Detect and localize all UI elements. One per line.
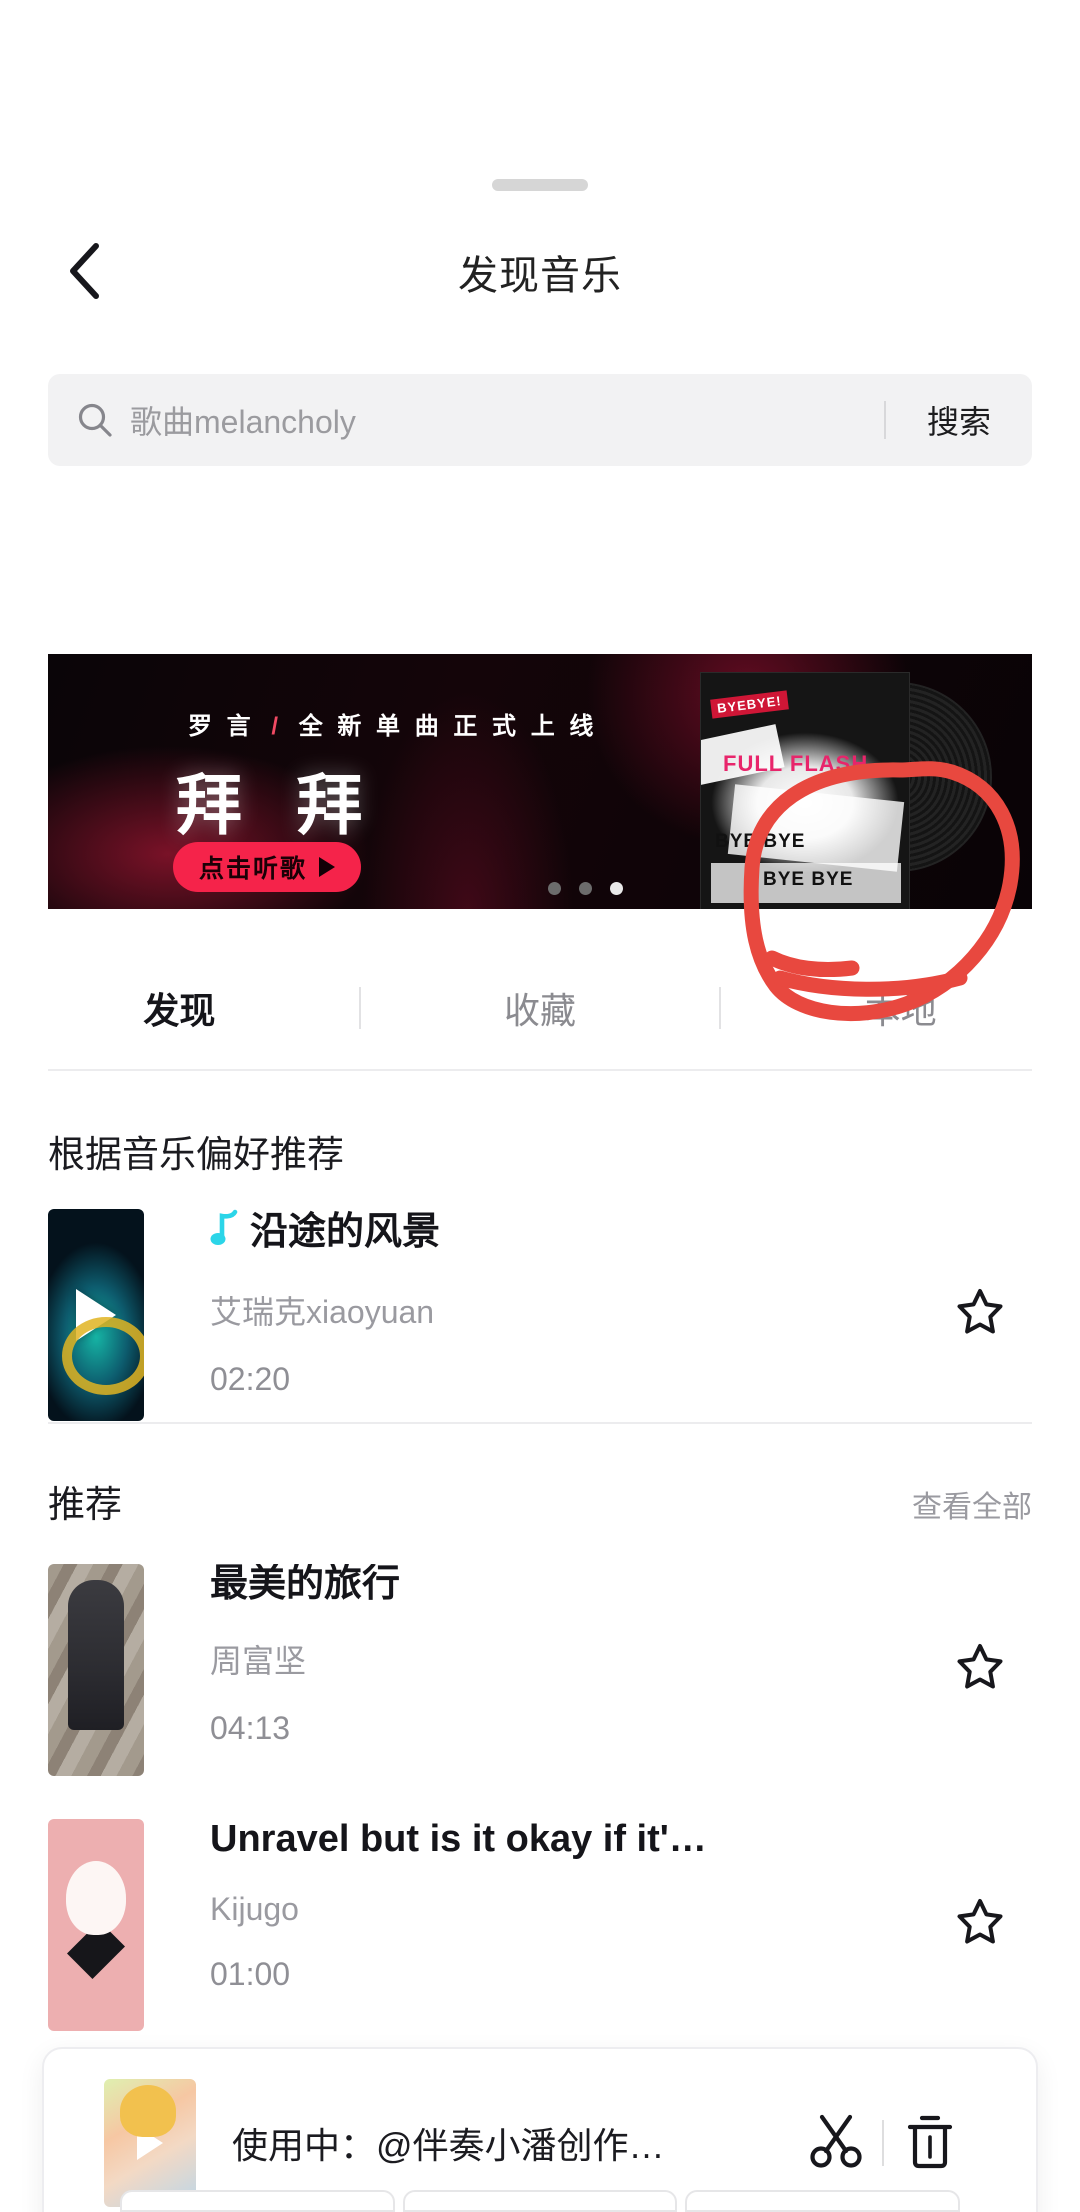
banner-dot[interactable] bbox=[548, 882, 561, 895]
section-header-recommended: 推荐 查看全部 bbox=[48, 1474, 1032, 1528]
banner-cta-label: 点击听歌 bbox=[199, 855, 308, 883]
now-using-actions bbox=[790, 2112, 976, 2175]
play-triangle-icon bbox=[76, 1289, 116, 1341]
scissors-icon bbox=[808, 2112, 864, 2175]
song-duration: 04:13 bbox=[210, 1709, 291, 1746]
song-info: 最美的旅行 周富坚 04:13 bbox=[210, 1564, 882, 1747]
star-outline-icon bbox=[954, 1899, 1006, 1951]
banner-separator: / bbox=[271, 713, 283, 740]
page-title: 发现音乐 bbox=[458, 254, 622, 298]
suggestion-box[interactable] bbox=[685, 2190, 961, 2212]
sheet-drag-handle[interactable] bbox=[492, 179, 588, 191]
song-thumbnail[interactable] bbox=[48, 1209, 144, 1421]
album-art-word-3: BYE BYE bbox=[763, 869, 854, 890]
bottom-suggestion-bar bbox=[0, 2190, 1080, 2212]
trim-audio-button[interactable] bbox=[790, 2112, 882, 2175]
banner-dot[interactable] bbox=[579, 882, 592, 895]
song-artist: 艾瑞克xiaoyuan bbox=[210, 1293, 435, 1330]
view-all-button[interactable]: 查看全部 bbox=[912, 1482, 1032, 1526]
delete-audio-button[interactable] bbox=[884, 2112, 976, 2175]
section-divider bbox=[48, 1422, 1032, 1424]
banner-dot-active[interactable] bbox=[610, 882, 623, 895]
favorite-button[interactable] bbox=[954, 1640, 1006, 1697]
favorite-button[interactable] bbox=[954, 1895, 1006, 1952]
banner-album-art: BYEBYE! FULL FLASH BYE BYE BYE BYE bbox=[700, 672, 910, 909]
section-header-preference: 根据音乐偏好推荐 bbox=[48, 1124, 1032, 1178]
song-row[interactable]: Unravel but is it okay if it'… Kijugo 01… bbox=[48, 1819, 1032, 2034]
star-outline-icon bbox=[954, 1644, 1006, 1696]
play-triangle-icon bbox=[76, 1644, 116, 1696]
suggestion-box[interactable] bbox=[120, 2190, 395, 2212]
now-using-label: 使用中：@伴奏小潘创作… bbox=[232, 2125, 665, 2166]
promo-banner[interactable]: 罗 言 / 全 新 单 曲 正 式 上 线 拜 拜 点击听歌 BYEBYE! F… bbox=[48, 654, 1032, 909]
banner-cta-button[interactable]: 点击听歌 bbox=[173, 842, 362, 892]
song-duration: 02:20 bbox=[210, 1360, 291, 1397]
section-title: 根据音乐偏好推荐 bbox=[48, 1134, 344, 1175]
star-outline-icon bbox=[954, 1289, 1006, 1341]
song-info: 沿途的风景 艾瑞克xiaoyuan 02:20 bbox=[210, 1209, 882, 1398]
now-using-thumbnail[interactable] bbox=[104, 2079, 196, 2207]
favorite-button[interactable] bbox=[954, 1285, 1006, 1342]
song-row[interactable]: 最美的旅行 周富坚 04:13 bbox=[48, 1564, 1032, 1779]
song-title-row: 沿途的风景 bbox=[210, 1209, 882, 1257]
section-title: 推荐 bbox=[48, 1484, 122, 1525]
play-triangle-icon bbox=[319, 857, 336, 877]
album-art-word-2: BYE BYE bbox=[715, 831, 806, 852]
banner-title: 拜 拜 bbox=[176, 768, 381, 842]
tab-local[interactable]: 本地 bbox=[721, 982, 1080, 1034]
tab-discover[interactable]: 发现 bbox=[0, 982, 359, 1034]
search-icon bbox=[76, 401, 114, 439]
music-sheet-panel: 发现音乐 歌曲melancholy 搜索 罗 言 / 全 新 单 曲 正 式 上… bbox=[0, 144, 1080, 2212]
banner-subtitle-text: 全 新 单 曲 正 式 上 线 bbox=[298, 713, 598, 740]
now-using-card: 使用中：@伴奏小潘创作… bbox=[42, 2047, 1038, 2212]
banner-pagination-dots bbox=[548, 882, 623, 895]
song-thumbnail[interactable] bbox=[48, 1819, 144, 2031]
song-artist: Kijugo bbox=[210, 1890, 299, 1927]
banner-artist-name: 罗 言 bbox=[188, 713, 255, 740]
album-art-word-1: FULL FLASH bbox=[723, 751, 869, 776]
trash-icon bbox=[905, 2112, 955, 2175]
search-input[interactable]: 歌曲melancholy bbox=[130, 397, 884, 443]
song-title-row: 最美的旅行 bbox=[210, 1564, 882, 1606]
song-title-row: Unravel but is it okay if it'… bbox=[210, 1819, 882, 1861]
music-note-icon bbox=[210, 1209, 240, 1257]
category-tabs: 发现 收藏 本地 bbox=[0, 944, 1080, 1072]
song-artist: 周富坚 bbox=[210, 1642, 307, 1679]
search-bar[interactable]: 歌曲melancholy 搜索 bbox=[48, 374, 1032, 466]
tab-favorites[interactable]: 收藏 bbox=[361, 982, 720, 1034]
song-title: Unravel but is it okay if it'… bbox=[210, 1819, 707, 1860]
song-row[interactable]: 沿途的风景 艾瑞克xiaoyuan 02:20 bbox=[48, 1209, 1032, 1424]
song-title: 最美的旅行 bbox=[210, 1564, 401, 1605]
sheet-header: 发现音乐 bbox=[0, 219, 1080, 329]
search-submit-button[interactable]: 搜索 bbox=[886, 397, 1032, 443]
banner-subtitle: 罗 言 / 全 新 单 曲 正 式 上 线 bbox=[188, 706, 597, 741]
tabs-underline bbox=[48, 1069, 1032, 1071]
song-duration: 01:00 bbox=[210, 1955, 291, 1992]
phone-screen: MADNAP 发现音乐 bbox=[0, 0, 1080, 2212]
suggestion-box[interactable] bbox=[402, 2190, 678, 2212]
song-title: 沿途的风景 bbox=[250, 1211, 441, 1253]
play-triangle-icon bbox=[137, 2126, 163, 2160]
song-thumbnail[interactable] bbox=[48, 1564, 144, 1776]
song-info: Unravel but is it okay if it'… Kijugo 01… bbox=[210, 1819, 882, 1993]
